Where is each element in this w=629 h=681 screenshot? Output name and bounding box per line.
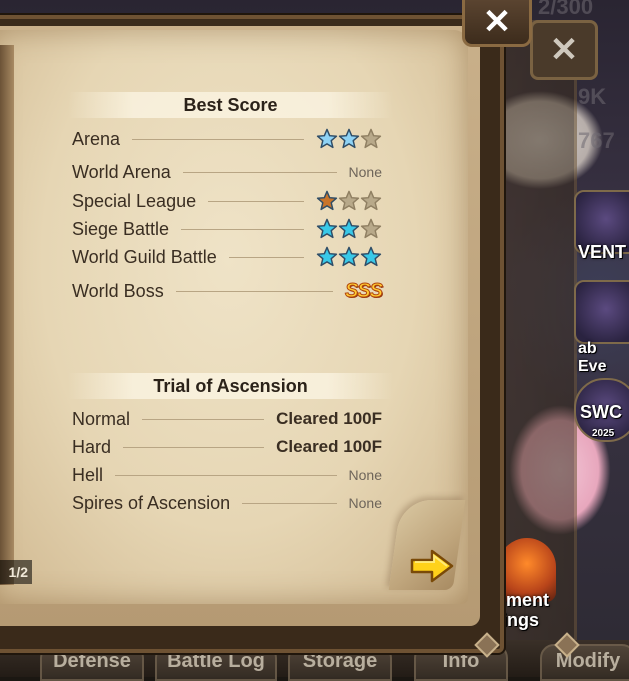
divider bbox=[182, 171, 337, 173]
rank-badge: SSS bbox=[344, 279, 383, 302]
star-filled-icon bbox=[316, 246, 338, 267]
trial-value: None bbox=[348, 495, 382, 511]
divider bbox=[208, 200, 304, 202]
page-indicator: 1/2 bbox=[0, 560, 32, 584]
trial-value: Cleared 100F bbox=[276, 437, 382, 456]
divider bbox=[228, 256, 304, 258]
score-value: None bbox=[348, 164, 382, 180]
trial-value: None bbox=[348, 467, 382, 483]
best-score-title: Best Score bbox=[68, 92, 393, 118]
divider bbox=[142, 418, 265, 420]
star-empty-icon bbox=[338, 190, 360, 211]
divider bbox=[242, 502, 337, 504]
star-filled-icon bbox=[360, 246, 382, 267]
trial-label: Spires of Ascension bbox=[72, 492, 231, 513]
star-filled-icon bbox=[316, 218, 338, 239]
divider bbox=[132, 138, 304, 140]
lab-event-button[interactable] bbox=[574, 280, 629, 344]
score-row-world-arena: World Arena None bbox=[72, 160, 382, 184]
star-filled-icon bbox=[338, 128, 360, 149]
star-rating bbox=[316, 246, 382, 268]
swc-label: SWC bbox=[580, 402, 622, 422]
trial-label: Hell bbox=[72, 464, 104, 485]
score-row-special-league: Special League bbox=[72, 189, 382, 213]
score-label: Siege Battle bbox=[72, 218, 170, 239]
score-label: World Arena bbox=[72, 161, 171, 182]
lab-event-label: ab Eve bbox=[578, 340, 607, 375]
star-empty-icon bbox=[360, 128, 382, 149]
background-close-icon[interactable]: ✕ bbox=[530, 20, 598, 80]
score-label: World Boss bbox=[72, 280, 164, 301]
bg-resource-value: 9K bbox=[578, 84, 607, 109]
star-filled-icon bbox=[316, 190, 338, 211]
score-row-world-guild-battle: World Guild Battle bbox=[72, 245, 382, 269]
star-rating bbox=[316, 128, 382, 150]
star-rating bbox=[316, 218, 382, 240]
book-spine bbox=[0, 45, 14, 585]
divider bbox=[175, 290, 333, 292]
star-empty-icon bbox=[360, 190, 382, 211]
trial-label: Hard bbox=[72, 436, 112, 457]
swc-year: 2025 bbox=[592, 428, 615, 439]
bg-resource-value: 767 bbox=[578, 128, 615, 153]
score-label: World Guild Battle bbox=[72, 246, 217, 267]
score-row-siege-battle: Siege Battle bbox=[72, 217, 382, 241]
next-page-arrow-icon[interactable] bbox=[410, 548, 454, 584]
divider bbox=[181, 228, 304, 230]
score-label: Special League bbox=[72, 190, 197, 211]
score-row-arena: Arena bbox=[72, 127, 382, 151]
star-empty-icon bbox=[360, 218, 382, 239]
divider bbox=[115, 474, 337, 476]
close-button[interactable]: ✕ bbox=[462, 0, 532, 47]
trial-row-normal: Normal Cleared 100F bbox=[72, 407, 382, 431]
trial-label: Normal bbox=[72, 408, 131, 429]
score-label: Arena bbox=[72, 128, 121, 149]
tab-modify[interactable]: Modify bbox=[540, 644, 629, 681]
star-filled-icon bbox=[338, 218, 360, 239]
divider bbox=[123, 446, 265, 448]
star-filled-icon bbox=[316, 128, 338, 149]
trial-value: Cleared 100F bbox=[276, 409, 382, 428]
trial-row-hell: Hell None bbox=[72, 463, 382, 487]
star-rating bbox=[316, 190, 382, 212]
trial-row-spires: Spires of Ascension None bbox=[72, 491, 382, 515]
star-filled-icon bbox=[338, 246, 360, 267]
score-row-world-boss: World Boss SSS bbox=[72, 279, 384, 303]
trial-title: Trial of Ascension bbox=[68, 373, 393, 399]
event-label: VENT bbox=[578, 242, 627, 262]
bg-counter: 2/300 bbox=[538, 0, 594, 19]
trial-row-hard: Hard Cleared 100F bbox=[72, 435, 382, 459]
